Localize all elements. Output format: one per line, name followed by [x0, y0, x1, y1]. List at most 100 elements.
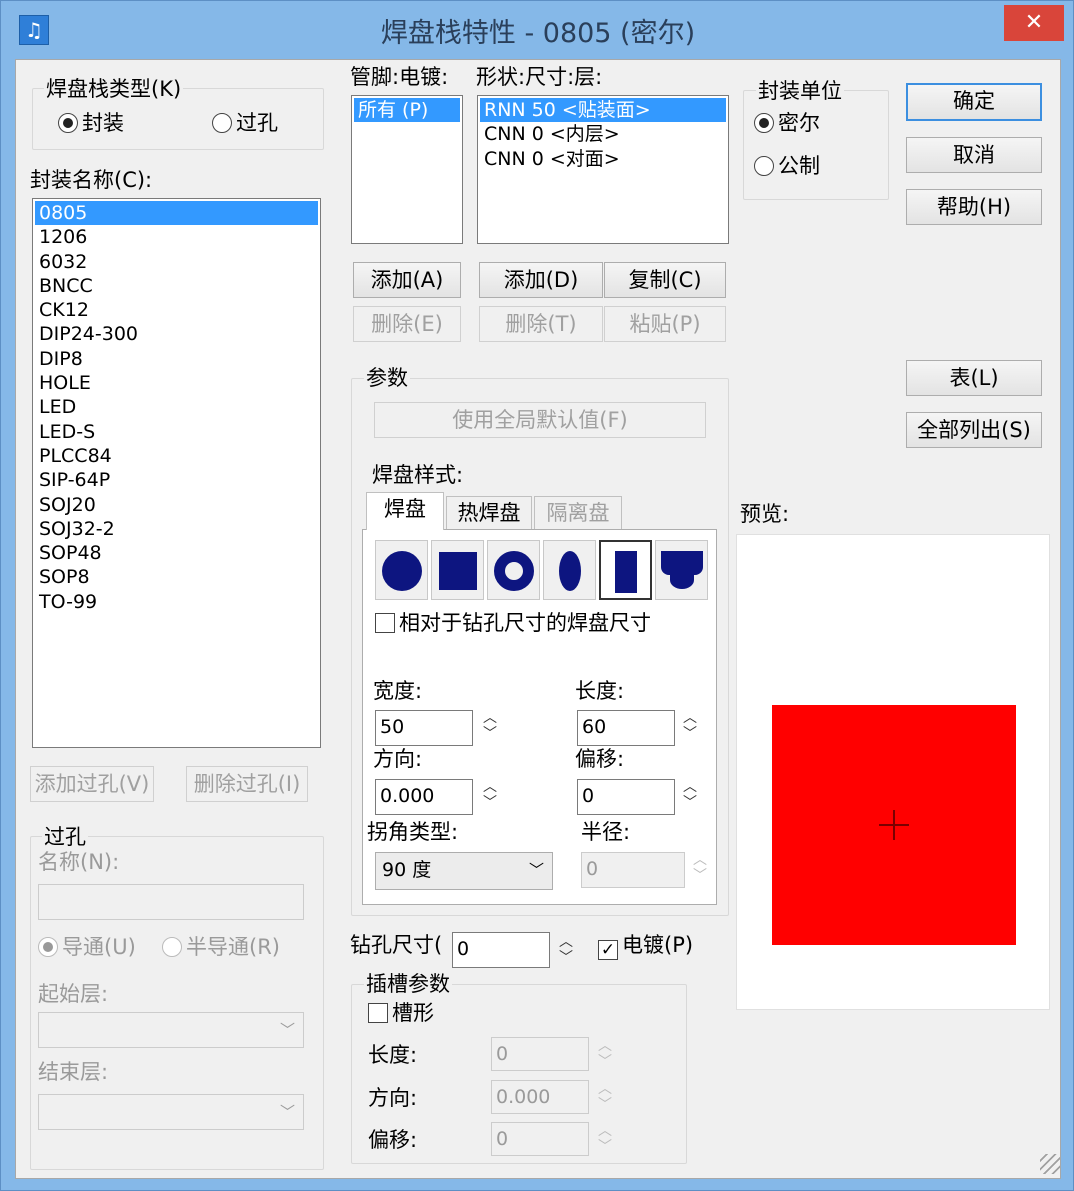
- use-global-defaults-button[interactable]: 使用全局默认值(F): [374, 402, 706, 438]
- odd-shape-pad-icon[interactable]: [655, 540, 708, 600]
- relative-size-checkbox[interactable]: 相对于钻孔尺寸的焊盘尺寸: [375, 610, 651, 636]
- add-shape-button[interactable]: 添加(D): [479, 262, 603, 298]
- slot-length-input[interactable]: 0: [491, 1037, 589, 1071]
- tab-antipad[interactable]: 隔离盘: [534, 496, 622, 530]
- delete-pin-button[interactable]: 删除(E): [353, 306, 461, 342]
- slot-orientation-spinner[interactable]: ︿ ﹀: [596, 1081, 614, 1117]
- pin-label: 管脚:电镀:: [350, 65, 449, 89]
- tab-pad[interactable]: 焊盘: [366, 492, 444, 530]
- plated-check-icon: ✓: [598, 940, 618, 960]
- orientation-input[interactable]: 0.000: [375, 779, 473, 815]
- offset-input[interactable]: 0: [577, 779, 675, 815]
- slot-length-spinner[interactable]: ︿ ﹀: [596, 1038, 614, 1074]
- shape-item[interactable]: CNN 0 <内层>: [480, 122, 726, 146]
- copy-shape-button[interactable]: 复制(C): [604, 262, 726, 298]
- decal-list-item[interactable]: SOJ20: [35, 493, 318, 517]
- units-group-label: 封装单位: [756, 78, 844, 104]
- radio-through-icon: [38, 937, 58, 957]
- radio-decal[interactable]: 封装: [58, 110, 124, 136]
- drill-size-label: 钻孔尺寸(: [350, 933, 443, 957]
- list-all-button[interactable]: 全部列出(S): [906, 412, 1042, 448]
- radius-input[interactable]: 0: [581, 852, 685, 888]
- radio-partial[interactable]: 半导通(R): [162, 934, 280, 960]
- drill-size-spinner[interactable]: ︿ ﹀: [557, 934, 575, 970]
- via-name-label: 名称(N):: [38, 850, 120, 874]
- width-label: 宽度:: [373, 679, 423, 703]
- orientation-spinner[interactable]: ︿ ﹀: [481, 779, 499, 815]
- shape-list[interactable]: RNN 50 <贴装面> CNN 0 <内层> CNN 0 <对面>: [477, 95, 729, 244]
- length-input[interactable]: 60: [577, 710, 675, 746]
- decal-name-label: 封装名称(C):: [30, 168, 153, 192]
- drill-size-input[interactable]: 0: [452, 932, 550, 968]
- decal-list-item[interactable]: SOJ32-2: [35, 517, 318, 541]
- add-pin-button[interactable]: 添加(A): [353, 262, 461, 298]
- decal-list-item[interactable]: BNCC: [35, 274, 318, 298]
- decal-list-item[interactable]: CK12: [35, 298, 318, 322]
- pin-item[interactable]: 所有 (P): [354, 98, 460, 123]
- radio-metric[interactable]: 公制: [754, 153, 820, 179]
- decal-list-item[interactable]: DIP24-300: [35, 322, 318, 346]
- decal-list-item[interactable]: PLCC84: [35, 444, 318, 468]
- end-layer-select[interactable]: ﹀: [38, 1094, 304, 1130]
- decal-list-item[interactable]: 0805: [35, 201, 318, 226]
- round-pad-icon[interactable]: [375, 540, 428, 600]
- rectangle-pad-icon[interactable]: [599, 540, 652, 600]
- preview-panel: [736, 534, 1050, 1010]
- decal-list-item[interactable]: 6032: [35, 250, 318, 274]
- window-title: 焊盘栈特性 - 0805 (密尔): [380, 18, 696, 49]
- radio-decal-icon: [58, 113, 78, 133]
- width-spinner[interactable]: ︿ ﹀: [481, 710, 499, 746]
- orientation-label: 方向:: [373, 747, 423, 771]
- title-bar[interactable]: ♫ 焊盘栈特性 - 0805 (密尔) ✕: [1, 1, 1074, 59]
- cancel-button[interactable]: 取消: [906, 137, 1042, 173]
- oval-pad-icon[interactable]: [543, 540, 596, 600]
- chevron-down-icon: ﹀: [279, 1021, 295, 1039]
- slot-offset-spinner[interactable]: ︿ ﹀: [596, 1123, 614, 1159]
- decal-list-item[interactable]: TO-99: [35, 590, 318, 614]
- width-input[interactable]: 50: [375, 710, 473, 746]
- tab-thermal[interactable]: 热焊盘: [446, 496, 532, 530]
- radio-mils[interactable]: 密尔: [754, 110, 820, 136]
- decal-list-item[interactable]: LED: [35, 395, 318, 419]
- slotted-checkbox[interactable]: 槽形: [368, 1000, 434, 1026]
- plated-checkbox[interactable]: ✓ 电镀(P): [598, 932, 693, 960]
- resize-grip-icon[interactable]: [1040, 1154, 1060, 1174]
- paste-shape-button[interactable]: 粘贴(P): [604, 306, 726, 342]
- decal-list-item[interactable]: 1206: [35, 225, 318, 249]
- delete-via-button[interactable]: 删除过孔(I): [186, 766, 308, 802]
- decal-list-item[interactable]: LED-S: [35, 420, 318, 444]
- table-button[interactable]: 表(L): [906, 360, 1042, 396]
- length-spinner[interactable]: ︿ ﹀: [681, 710, 699, 746]
- pin-list[interactable]: 所有 (P): [351, 95, 463, 244]
- offset-label: 偏移:: [575, 747, 625, 771]
- help-button[interactable]: 帮助(H): [906, 189, 1042, 225]
- shape-item[interactable]: CNN 0 <对面>: [480, 147, 726, 171]
- corner-type-select[interactable]: 90 度 ﹀: [375, 852, 553, 890]
- add-via-button[interactable]: 添加过孔(V): [30, 766, 154, 802]
- slot-offset-input[interactable]: 0: [491, 1122, 589, 1156]
- annular-pad-icon[interactable]: [487, 540, 540, 600]
- slot-group-label: 插槽参数: [364, 971, 452, 997]
- offset-spinner[interactable]: ︿ ﹀: [681, 779, 699, 815]
- radio-through[interactable]: 导通(U): [38, 934, 136, 960]
- slot-orientation-input[interactable]: 0.000: [491, 1080, 589, 1114]
- slot-length-label: 长度:: [368, 1043, 418, 1067]
- start-layer-select[interactable]: ﹀: [38, 1012, 304, 1048]
- via-name-input[interactable]: [38, 884, 304, 920]
- decal-list-item[interactable]: SOP8: [35, 565, 318, 589]
- decal-list-item[interactable]: SIP-64P: [35, 468, 318, 492]
- delete-shape-button[interactable]: 删除(T): [479, 306, 603, 342]
- decal-list-item[interactable]: HOLE: [35, 371, 318, 395]
- shape-item[interactable]: RNN 50 <贴装面>: [480, 98, 726, 123]
- close-button[interactable]: ✕: [1004, 5, 1064, 41]
- pad-stack-type-label: 焊盘栈类型(K): [44, 76, 184, 102]
- decal-list[interactable]: 0805 1206 6032 BNCC CK12 DIP24-300 DIP8 HOLE LED…: [32, 198, 321, 748]
- decal-list-item[interactable]: DIP8: [35, 347, 318, 371]
- square-pad-icon[interactable]: [431, 540, 484, 600]
- radio-via[interactable]: 过孔: [212, 110, 278, 136]
- decal-list-item[interactable]: SOP48: [35, 541, 318, 565]
- ok-button[interactable]: 确定: [906, 83, 1042, 121]
- units-group: [743, 90, 889, 200]
- radius-spinner[interactable]: ︿ ﹀: [691, 852, 709, 888]
- radius-label: 半径:: [581, 820, 631, 844]
